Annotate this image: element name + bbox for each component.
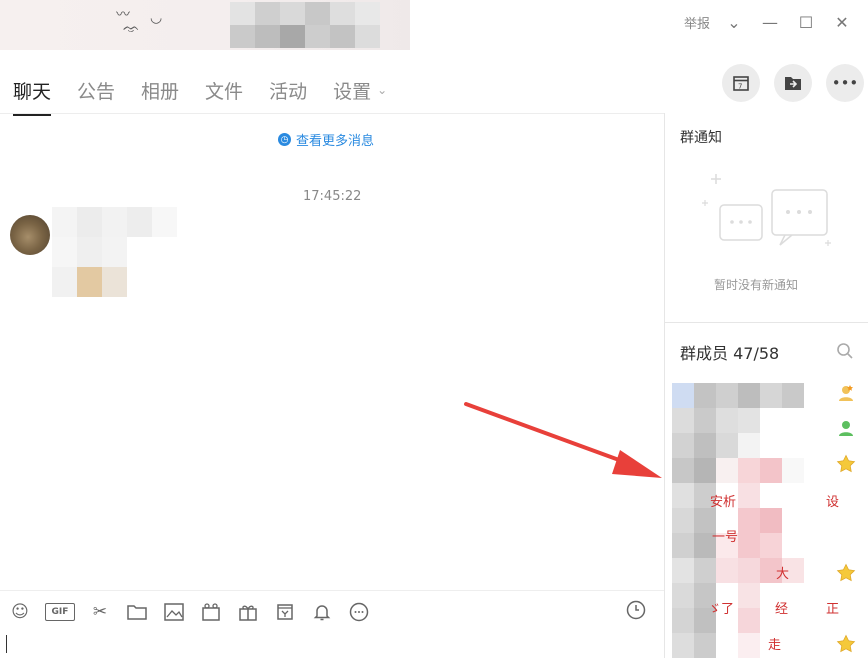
annotation-arrow — [464, 402, 662, 478]
image-icon[interactable] — [162, 600, 186, 624]
folder-upload-icon[interactable] — [774, 64, 812, 102]
owner-badge-icon — [836, 383, 856, 408]
tab-settings[interactable]: 设置 ⌄ — [333, 70, 387, 110]
members-count: 47/58 — [733, 344, 780, 363]
chevron-down-icon[interactable]: ⌄ — [716, 13, 752, 32]
video-icon[interactable] — [199, 600, 223, 624]
text-input-caret[interactable] — [6, 635, 7, 653]
minimize-icon[interactable]: — — [752, 13, 788, 32]
history-clock-icon[interactable] — [626, 600, 646, 625]
gift-icon[interactable] — [236, 600, 260, 624]
svg-text:7: 7 — [738, 83, 742, 91]
member-name-fragment: 正 — [826, 602, 840, 617]
tab-label: 活动 — [269, 80, 308, 103]
members-title-label: 群成员 — [680, 344, 729, 363]
tab-label: 公告 — [77, 80, 116, 103]
report-button[interactable]: 举报 — [678, 13, 716, 32]
search-icon[interactable] — [836, 342, 854, 364]
close-icon[interactable]: ✕ — [824, 13, 860, 32]
tab-files[interactable]: 文件 — [205, 70, 243, 110]
star-icon — [836, 454, 856, 479]
gif-icon[interactable]: GIF — [45, 603, 75, 621]
tab-label: 文件 — [205, 80, 244, 103]
tab-announcement[interactable]: 公告 — [77, 70, 115, 110]
input-toolbar: ☺ GIF ✂ — [8, 598, 371, 626]
message-timestamp: 17:45:22 — [303, 189, 362, 204]
star-icon — [836, 634, 856, 658]
member-name-fragment: 大 — [776, 567, 790, 582]
header-actions: 7 ••• — [722, 64, 864, 102]
bird-decoration: ᨎ — [123, 20, 140, 36]
window-controls: 举报 ⌄ — ☐ ✕ — [678, 8, 860, 36]
member-name-fragment: 经 — [775, 602, 789, 617]
maximize-icon[interactable]: ☐ — [788, 13, 824, 32]
blurred-group-name — [230, 2, 380, 48]
tab-activity[interactable]: 活动 — [269, 70, 307, 110]
member-name-fragment: 安析 — [710, 495, 737, 510]
members-title: 群成员 47/58 — [680, 340, 779, 364]
tab-label: 相册 — [141, 80, 180, 103]
folder-icon[interactable] — [125, 600, 149, 624]
tab-label: 聊天 — [13, 80, 52, 103]
blurred-message[interactable] — [52, 207, 180, 299]
tabs-divider — [0, 113, 664, 114]
avatar[interactable] — [10, 215, 50, 255]
star-icon — [836, 563, 856, 588]
view-more-label: 查看更多消息 — [296, 134, 375, 149]
clock-icon: ◷ — [278, 133, 291, 146]
more-icon[interactable]: ••• — [826, 64, 864, 102]
scissors-icon[interactable]: ✂ — [88, 600, 112, 624]
window-header: 〰 ᨎ ◡ 举报 ⌄ — ☐ ✕ — [0, 0, 868, 60]
member-name-fragment: 设 — [826, 495, 840, 510]
group-banner: 〰 ᨎ ◡ — [0, 0, 410, 50]
group-notice-title: 群通知 — [680, 130, 722, 146]
input-divider — [0, 590, 664, 591]
blurred-member-list[interactable] — [672, 383, 828, 658]
bird-decoration: ◡ — [150, 10, 163, 26]
calendar-icon[interactable]: 7 — [722, 64, 760, 102]
notice-members-divider — [665, 322, 868, 323]
view-more-messages-link[interactable]: ◷ 查看更多消息 — [278, 130, 374, 149]
tab-chat[interactable]: 聊天 — [13, 70, 52, 116]
panel-divider — [664, 113, 665, 658]
admin-badge-icon — [836, 418, 856, 443]
chevron-down-icon: ⌄ — [377, 83, 388, 97]
emoji-icon[interactable]: ☺ — [8, 600, 32, 624]
bell-icon[interactable] — [310, 600, 334, 624]
member-name-fragment: 走 — [768, 638, 782, 653]
empty-notice-illustration — [702, 174, 831, 246]
empty-notice-text: 暂时没有新通知 — [714, 278, 799, 292]
member-name-fragment: 一号 — [712, 530, 739, 545]
shopping-icon[interactable] — [273, 600, 297, 624]
member-name-fragment: ゞ了 — [708, 602, 735, 617]
more-circle-icon[interactable] — [347, 600, 371, 624]
tab-album[interactable]: 相册 — [141, 70, 179, 110]
group-tabs: 聊天 公告 相册 文件 活动 设置 ⌄ — [0, 66, 400, 116]
tab-label: 设置 — [333, 80, 372, 103]
